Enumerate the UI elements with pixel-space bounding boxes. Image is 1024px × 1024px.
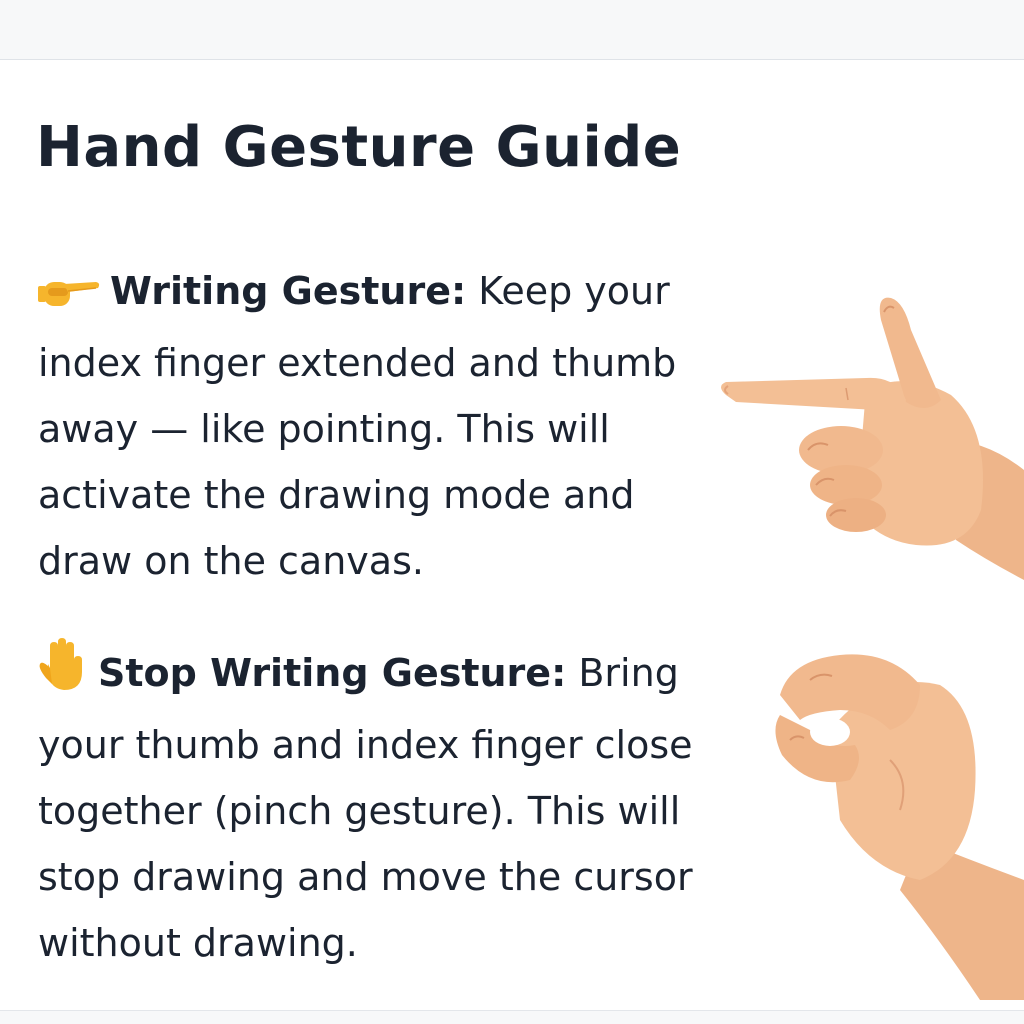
raised-hand-emoji-icon [38, 638, 90, 712]
page-title: Hand Gesture Guide [36, 115, 682, 180]
pointing-hand-illustration [716, 290, 1024, 590]
page: Hand Gesture Guide Writing Gesture: Keep… [0, 0, 1024, 1024]
writing-gesture-body: Keep your index finger extended and thum… [38, 269, 677, 583]
top-bar [0, 0, 1024, 60]
writing-gesture-heading: Writing Gesture: [110, 269, 467, 313]
pointing-finger-emoji-icon [38, 264, 102, 330]
stop-writing-gesture-section: Stop Writing Gesture: Bring your thumb a… [38, 638, 738, 976]
stop-writing-gesture-heading: Stop Writing Gesture: [98, 651, 567, 695]
stop-writing-gesture-body: Bring your thumb and index finger close … [38, 651, 693, 965]
writing-gesture-section: Writing Gesture: Keep your index finger … [38, 258, 738, 594]
pinch-hand-illustration [770, 640, 1024, 1000]
